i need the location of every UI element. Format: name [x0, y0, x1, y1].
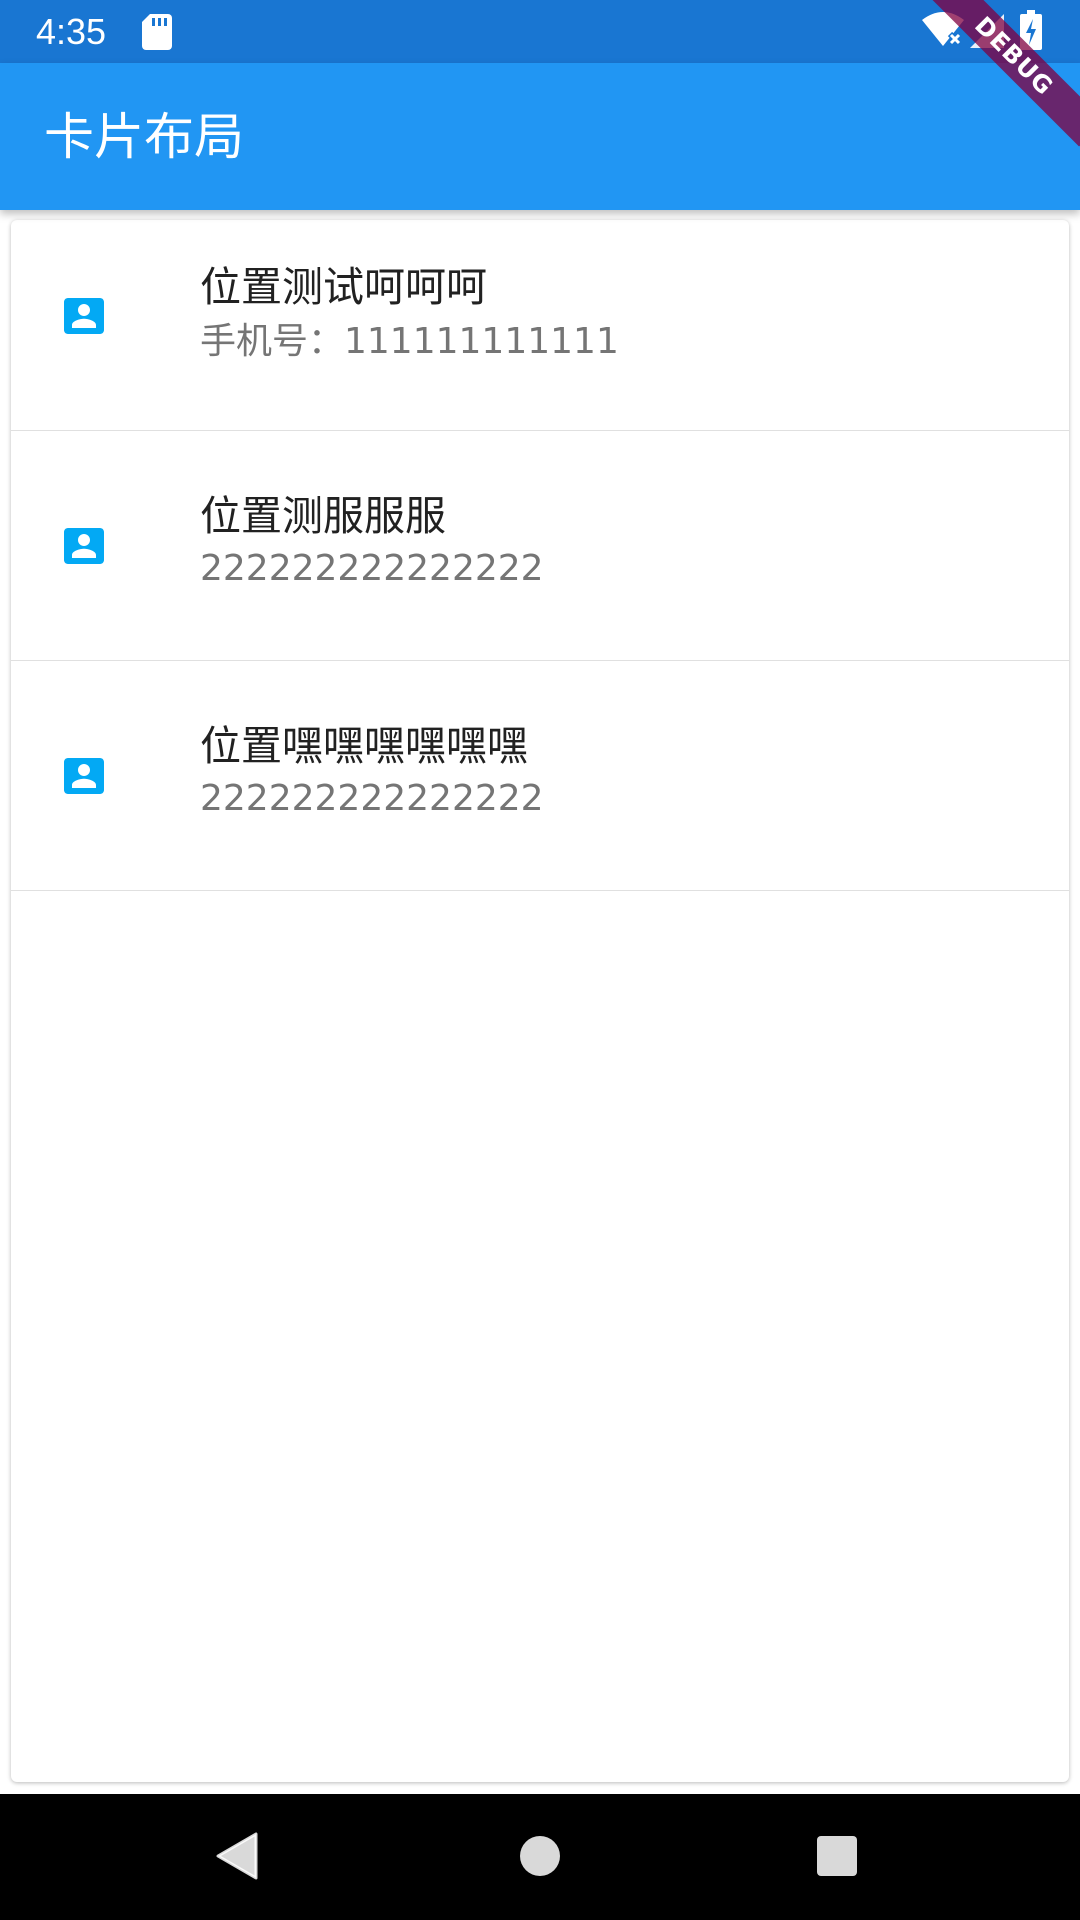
navigation-bar [0, 1794, 1080, 1920]
list-item-subtitle: 222222222222222 [200, 548, 544, 589]
list-item[interactable]: 位置测试呵呵呵 手机号：111111111111 [11, 220, 1069, 431]
list-item-subtitle: 手机号：111111111111 [200, 321, 619, 362]
list-item-title: 位置测试呵呵呵 [200, 263, 487, 311]
contact-card-icon [64, 528, 104, 564]
home-icon[interactable] [518, 1834, 562, 1878]
contact-card-icon [64, 758, 104, 794]
recents-icon[interactable] [816, 1835, 858, 1877]
status-bar: 4:35 [0, 0, 1080, 63]
list-item[interactable]: 位置测服服服 222222222222222 [11, 431, 1069, 661]
back-icon[interactable] [216, 1832, 258, 1880]
wifi-off-icon [922, 12, 964, 47]
list-item[interactable]: 位置嘿嘿嘿嘿嘿嘿 222222222222222 [11, 661, 1069, 891]
sd-card-icon [142, 14, 172, 50]
signal-icon [970, 14, 1004, 48]
contact-card: 位置测试呵呵呵 手机号：111111111111 位置测服服服 22222222… [11, 220, 1069, 1782]
page-title: 卡片布局 [44, 108, 244, 166]
list-item-subtitle: 222222222222222 [200, 778, 544, 819]
status-time: 4:35 [36, 11, 107, 52]
contact-card-icon [64, 298, 104, 334]
battery-charging-icon [1020, 10, 1042, 50]
app-bar: 卡片布局 [0, 63, 1080, 210]
list-item-title: 位置嘿嘿嘿嘿嘿嘿 [200, 722, 528, 770]
list-item-title: 位置测服服服 [200, 492, 446, 540]
screen: 4:35 卡片布局 DEBUG 位置测试呵呵呵 手机号：111111111111… [0, 0, 1080, 1920]
